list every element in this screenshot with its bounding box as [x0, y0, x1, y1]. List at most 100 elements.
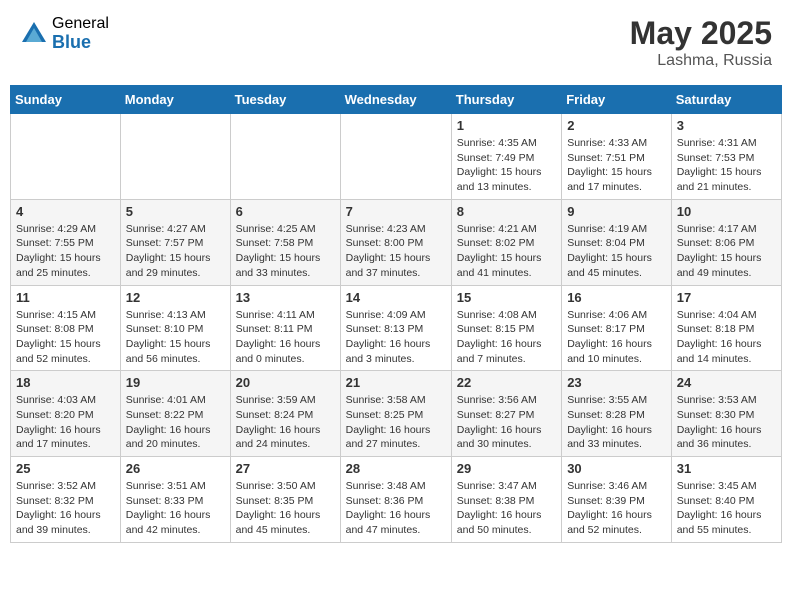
day-number: 13: [236, 290, 335, 305]
day-info: Sunrise: 4:23 AMSunset: 8:00 PMDaylight:…: [346, 222, 446, 281]
day-number: 21: [346, 375, 446, 390]
day-info: Sunrise: 3:46 AMSunset: 8:39 PMDaylight:…: [567, 479, 666, 538]
day-number: 26: [126, 461, 225, 476]
day-info: Sunrise: 3:56 AMSunset: 8:27 PMDaylight:…: [457, 393, 556, 452]
day-number: 11: [16, 290, 115, 305]
day-number: 25: [16, 461, 115, 476]
weekday-header-wednesday: Wednesday: [340, 86, 451, 114]
day-number: 18: [16, 375, 115, 390]
calendar-cell: 8 Sunrise: 4:21 AMSunset: 8:02 PMDaylight…: [451, 199, 561, 285]
calendar-cell: [230, 114, 340, 200]
day-info: Sunrise: 4:06 AMSunset: 8:17 PMDaylight:…: [567, 308, 666, 367]
day-info: Sunrise: 4:21 AMSunset: 8:02 PMDaylight:…: [457, 222, 556, 281]
day-info: Sunrise: 3:55 AMSunset: 8:28 PMDaylight:…: [567, 393, 666, 452]
weekday-header-tuesday: Tuesday: [230, 86, 340, 114]
day-number: 3: [677, 118, 776, 133]
day-number: 14: [346, 290, 446, 305]
logo-text: General Blue: [52, 15, 109, 52]
calendar-cell: 12 Sunrise: 4:13 AMSunset: 8:10 PMDayligh…: [120, 285, 230, 371]
calendar-cell: 18 Sunrise: 4:03 AMSunset: 8:20 PMDayligh…: [11, 371, 121, 457]
day-number: 28: [346, 461, 446, 476]
calendar-cell: 17 Sunrise: 4:04 AMSunset: 8:18 PMDayligh…: [671, 285, 781, 371]
calendar-cell: 28 Sunrise: 3:48 AMSunset: 8:36 PMDayligh…: [340, 457, 451, 543]
day-info: Sunrise: 4:29 AMSunset: 7:55 PMDaylight:…: [16, 222, 115, 281]
day-info: Sunrise: 4:25 AMSunset: 7:58 PMDaylight:…: [236, 222, 335, 281]
calendar-cell: 15 Sunrise: 4:08 AMSunset: 8:15 PMDayligh…: [451, 285, 561, 371]
calendar-cell: 29 Sunrise: 3:47 AMSunset: 8:38 PMDayligh…: [451, 457, 561, 543]
logo-icon: [20, 20, 48, 48]
calendar-cell: [11, 114, 121, 200]
day-info: Sunrise: 4:08 AMSunset: 8:15 PMDaylight:…: [457, 308, 556, 367]
day-info: Sunrise: 3:51 AMSunset: 8:33 PMDaylight:…: [126, 479, 225, 538]
day-number: 10: [677, 204, 776, 219]
calendar-cell: 9 Sunrise: 4:19 AMSunset: 8:04 PMDaylight…: [562, 199, 672, 285]
calendar-cell: 13 Sunrise: 4:11 AMSunset: 8:11 PMDayligh…: [230, 285, 340, 371]
calendar-cell: [340, 114, 451, 200]
day-info: Sunrise: 3:47 AMSunset: 8:38 PMDaylight:…: [457, 479, 556, 538]
calendar-cell: 2Sunrise: 4:33 AMSunset: 7:51 PMDaylight…: [562, 114, 672, 200]
weekday-header-thursday: Thursday: [451, 86, 561, 114]
day-number: 24: [677, 375, 776, 390]
location-title: Lashma, Russia: [630, 52, 772, 70]
calendar-cell: 1Sunrise: 4:35 AMSunset: 7:49 PMDaylight…: [451, 114, 561, 200]
calendar-cell: 7Sunrise: 4:23 AMSunset: 8:00 PMDaylight…: [340, 199, 451, 285]
day-number: 22: [457, 375, 556, 390]
day-number: 4: [16, 204, 115, 219]
weekday-header-friday: Friday: [562, 86, 672, 114]
week-row-1: 1Sunrise: 4:35 AMSunset: 7:49 PMDaylight…: [11, 114, 782, 200]
day-info: Sunrise: 4:13 AMSunset: 8:10 PMDaylight:…: [126, 308, 225, 367]
calendar-cell: 25Sunrise: 3:52 AMSunset: 8:32 PMDayligh…: [11, 457, 121, 543]
day-info: Sunrise: 4:11 AMSunset: 8:11 PMDaylight:…: [236, 308, 335, 367]
day-number: 19: [126, 375, 225, 390]
week-row-5: 25Sunrise: 3:52 AMSunset: 8:32 PMDayligh…: [11, 457, 782, 543]
day-info: Sunrise: 3:45 AMSunset: 8:40 PMDaylight:…: [677, 479, 776, 538]
calendar: SundayMondayTuesdayWednesdayThursdayFrid…: [10, 85, 782, 543]
calendar-cell: 27 Sunrise: 3:50 AMSunset: 8:35 PMDayligh…: [230, 457, 340, 543]
calendar-cell: 11 Sunrise: 4:15 AMSunset: 8:08 PMDayligh…: [11, 285, 121, 371]
week-row-3: 11 Sunrise: 4:15 AMSunset: 8:08 PMDayligh…: [11, 285, 782, 371]
logo: General Blue: [20, 15, 109, 52]
day-number: 27: [236, 461, 335, 476]
calendar-cell: [120, 114, 230, 200]
day-number: 5: [126, 204, 225, 219]
day-number: 6: [236, 204, 335, 219]
weekday-header-saturday: Saturday: [671, 86, 781, 114]
day-info: Sunrise: 3:48 AMSunset: 8:36 PMDaylight:…: [346, 479, 446, 538]
calendar-cell: 26 Sunrise: 3:51 AMSunset: 8:33 PMDayligh…: [120, 457, 230, 543]
calendar-cell: 10Sunrise: 4:17 AMSunset: 8:06 PMDayligh…: [671, 199, 781, 285]
day-number: 1: [457, 118, 556, 133]
calendar-cell: 19Sunrise: 4:01 AMSunset: 8:22 PMDayligh…: [120, 371, 230, 457]
day-number: 30: [567, 461, 666, 476]
day-info: Sunrise: 3:50 AMSunset: 8:35 PMDaylight:…: [236, 479, 335, 538]
calendar-cell: 21 Sunrise: 3:58 AMSunset: 8:25 PMDayligh…: [340, 371, 451, 457]
day-number: 15: [457, 290, 556, 305]
week-row-4: 18 Sunrise: 4:03 AMSunset: 8:20 PMDayligh…: [11, 371, 782, 457]
day-number: 9: [567, 204, 666, 219]
page-header: General Blue May 2025 Lashma, Russia: [10, 10, 782, 75]
day-number: 29: [457, 461, 556, 476]
day-number: 8: [457, 204, 556, 219]
logo-general: General: [52, 15, 109, 33]
day-number: 17: [677, 290, 776, 305]
week-row-2: 4 Sunrise: 4:29 AMSunset: 7:55 PMDaylight…: [11, 199, 782, 285]
day-info: Sunrise: 4:03 AMSunset: 8:20 PMDaylight:…: [16, 393, 115, 452]
calendar-cell: 23 Sunrise: 3:55 AMSunset: 8:28 PMDayligh…: [562, 371, 672, 457]
weekday-header-monday: Monday: [120, 86, 230, 114]
day-number: 20: [236, 375, 335, 390]
day-number: 16: [567, 290, 666, 305]
calendar-cell: 3Sunrise: 4:31 AMSunset: 7:53 PMDaylight…: [671, 114, 781, 200]
day-info: Sunrise: 4:27 AMSunset: 7:57 PMDaylight:…: [126, 222, 225, 281]
day-number: 23: [567, 375, 666, 390]
calendar-cell: 31Sunrise: 3:45 AMSunset: 8:40 PMDayligh…: [671, 457, 781, 543]
calendar-cell: 4 Sunrise: 4:29 AMSunset: 7:55 PMDaylight…: [11, 199, 121, 285]
calendar-cell: 16 Sunrise: 4:06 AMSunset: 8:17 PMDayligh…: [562, 285, 672, 371]
day-info: Sunrise: 4:15 AMSunset: 8:08 PMDaylight:…: [16, 308, 115, 367]
weekday-header-row: SundayMondayTuesdayWednesdayThursdayFrid…: [11, 86, 782, 114]
day-info: Sunrise: 3:58 AMSunset: 8:25 PMDaylight:…: [346, 393, 446, 452]
day-number: 12: [126, 290, 225, 305]
calendar-cell: 5 Sunrise: 4:27 AMSunset: 7:57 PMDaylight…: [120, 199, 230, 285]
day-info: Sunrise: 4:19 AMSunset: 8:04 PMDaylight:…: [567, 222, 666, 281]
calendar-cell: 24Sunrise: 3:53 AMSunset: 8:30 PMDayligh…: [671, 371, 781, 457]
day-number: 2: [567, 118, 666, 133]
day-info: Sunrise: 4:04 AMSunset: 8:18 PMDaylight:…: [677, 308, 776, 367]
